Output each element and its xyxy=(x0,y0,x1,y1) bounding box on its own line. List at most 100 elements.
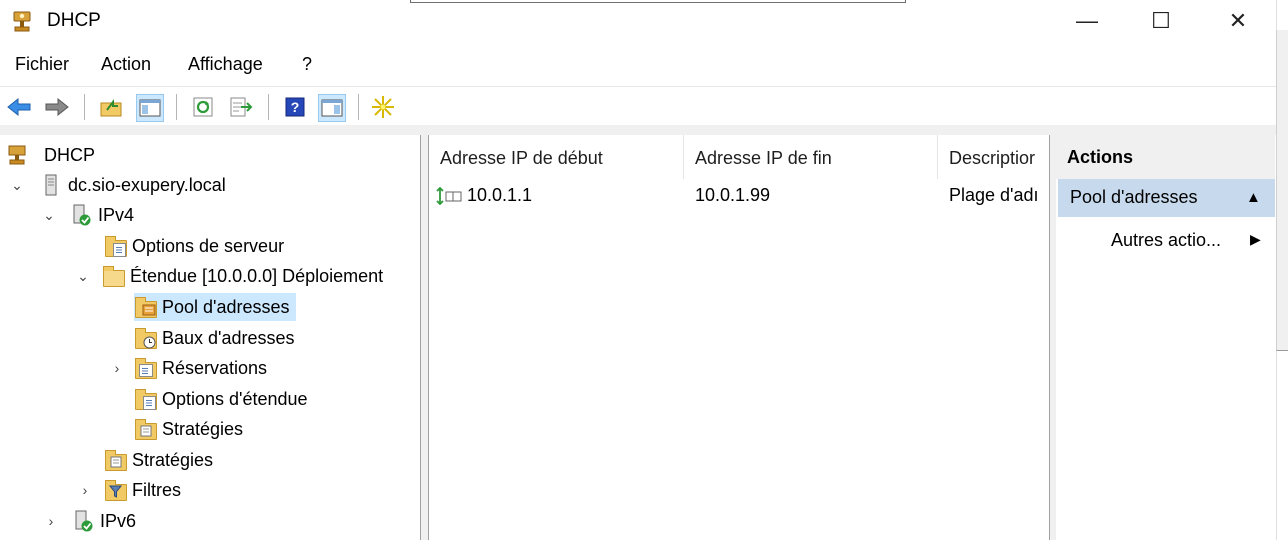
tree-label: IPv4 xyxy=(98,204,135,225)
up-one-level-button[interactable] xyxy=(98,94,124,120)
cell-end-ip: 10.0.1.99 xyxy=(695,185,771,205)
tree-label: DHCP xyxy=(44,144,96,165)
close-button[interactable]: ✕ xyxy=(1203,0,1273,42)
help-icon: ? xyxy=(285,97,305,117)
tree-label: Pool d'adresses xyxy=(162,296,290,317)
forward-button[interactable] xyxy=(44,94,70,120)
actions-title: Actions xyxy=(1067,147,1134,167)
window-title: DHCP xyxy=(47,10,101,31)
console-tree: DHCP ⌄ dc.sio-exupery.local ⌄ IPv4 Optio… xyxy=(0,135,421,540)
column-header-end-ip[interactable]: Adresse IP de fin xyxy=(695,148,832,169)
new-star-icon xyxy=(372,96,394,118)
tree-label: Baux d'adresses xyxy=(162,327,295,348)
background-window-edge xyxy=(1276,30,1288,351)
ip-range-icon xyxy=(436,186,464,210)
tree-item-server[interactable]: ⌄ dc.sio-exupery.local xyxy=(8,171,226,199)
refresh-button[interactable] xyxy=(190,94,216,120)
chevron-right-icon[interactable]: › xyxy=(42,512,60,530)
tree-item-ipv6[interactable]: › IPv6 xyxy=(42,507,136,535)
tree-item-policies[interactable]: Stratégies xyxy=(104,446,213,474)
options-folder-icon xyxy=(134,388,157,410)
maximize-button[interactable]: ☐ xyxy=(1126,0,1196,42)
tree-label: Stratégies xyxy=(162,418,244,439)
tree-item-reservations[interactable]: › Réservations xyxy=(108,354,267,382)
tree-label: Filtres xyxy=(132,479,181,500)
menu-fichier[interactable]: Fichier xyxy=(15,54,69,75)
close-icon: ✕ xyxy=(1228,8,1248,33)
new-button[interactable] xyxy=(370,94,396,120)
collapse-up-icon[interactable]: ▲ xyxy=(1246,189,1261,206)
tree-item-address-pool[interactable]: Pool d'adresses xyxy=(134,293,296,321)
chevron-right-icon[interactable]: › xyxy=(108,359,126,377)
leases-icon xyxy=(134,327,157,349)
tree-label: Stratégies xyxy=(132,449,214,470)
ipv4-icon xyxy=(70,204,92,226)
tree-item-leases[interactable]: Baux d'adresses xyxy=(134,324,295,352)
svg-text:?: ? xyxy=(291,99,300,115)
address-pool-icon xyxy=(134,296,157,318)
toolbar-bottom-gap xyxy=(0,125,1288,135)
menu-affichage[interactable]: Affichage xyxy=(188,54,263,75)
toolbar-separator xyxy=(358,94,359,120)
policies-icon xyxy=(134,418,157,440)
menu-separator xyxy=(0,86,1288,87)
cell-start-ip: 10.0.1.1 xyxy=(467,185,533,205)
policies-icon xyxy=(104,449,127,471)
chevron-down-icon[interactable]: ⌄ xyxy=(8,176,26,194)
column-header-description[interactable]: Descriptior xyxy=(949,148,1035,169)
minimize-icon: — xyxy=(1076,8,1098,33)
tree-item-dhcp[interactable]: DHCP xyxy=(6,141,95,169)
back-button[interactable] xyxy=(6,94,32,120)
toolbar-separator xyxy=(176,94,177,120)
ipv6-icon xyxy=(72,510,94,532)
tree-label: IPv6 xyxy=(100,510,137,531)
show-hide-tree-icon xyxy=(139,99,161,117)
show-hide-action-pane-button[interactable] xyxy=(318,94,346,122)
result-list: Adresse IP de début Adresse IP de fin De… xyxy=(429,135,1049,540)
filter-icon xyxy=(104,479,127,501)
tree-label: Étendue [10.0.0.0] Déploiement xyxy=(130,265,384,286)
chevron-down-icon[interactable]: ⌄ xyxy=(40,206,58,224)
tree-label: dc.sio-exupery.local xyxy=(68,174,226,195)
maximize-icon: ☐ xyxy=(1151,8,1171,33)
dhcp-icon xyxy=(6,144,28,166)
column-header-start-ip[interactable]: Adresse IP de début xyxy=(440,148,603,169)
forward-arrow-icon xyxy=(45,97,69,117)
tree-label: Options d'étendue xyxy=(162,388,308,409)
tree-item-ipv4[interactable]: ⌄ IPv4 xyxy=(40,201,134,229)
toolbar-separator xyxy=(84,94,85,120)
overlay-window-edge xyxy=(410,0,906,3)
refresh-icon xyxy=(193,97,213,117)
more-actions-link[interactable]: Autres actio... xyxy=(1111,230,1221,251)
dhcp-app-icon xyxy=(13,11,31,32)
tree-item-scope-policies[interactable]: Stratégies xyxy=(134,415,243,443)
toolbar-separator xyxy=(268,94,269,120)
column-divider[interactable] xyxy=(937,135,938,179)
pane-splitter[interactable] xyxy=(421,135,429,540)
tree-item-filters[interactable]: › Filtres xyxy=(76,476,181,504)
cell-description: Plage d'adı xyxy=(949,185,1039,205)
menu-action[interactable]: Action xyxy=(101,54,151,75)
options-folder-icon xyxy=(104,235,127,257)
chevron-right-icon[interactable]: › xyxy=(76,481,94,499)
column-divider[interactable] xyxy=(683,135,684,179)
tree-item-server-options[interactable]: Options de serveur xyxy=(104,232,284,260)
server-icon xyxy=(40,174,62,196)
scope-folder-icon xyxy=(102,265,125,287)
tree-label: Options de serveur xyxy=(132,235,285,256)
actions-section-label[interactable]: Pool d'adresses xyxy=(1070,187,1198,208)
show-hide-action-pane-icon xyxy=(321,99,343,117)
export-list-icon xyxy=(230,97,253,117)
show-hide-tree-button[interactable] xyxy=(136,94,164,122)
tree-item-scope-options[interactable]: Options d'étendue xyxy=(134,385,308,413)
submenu-arrow-icon: ▶ xyxy=(1250,231,1261,247)
chevron-down-icon[interactable]: ⌄ xyxy=(74,267,92,285)
back-arrow-icon xyxy=(7,97,31,117)
tree-item-scope[interactable]: ⌄ Étendue [10.0.0.0] Déploiement xyxy=(74,262,383,290)
menu-help[interactable]: ? xyxy=(302,54,312,75)
export-list-button[interactable] xyxy=(228,94,254,120)
reservations-icon xyxy=(134,357,157,379)
minimize-button[interactable]: — xyxy=(1052,0,1122,42)
up-folder-icon xyxy=(100,99,122,117)
help-button[interactable]: ? xyxy=(282,94,308,120)
